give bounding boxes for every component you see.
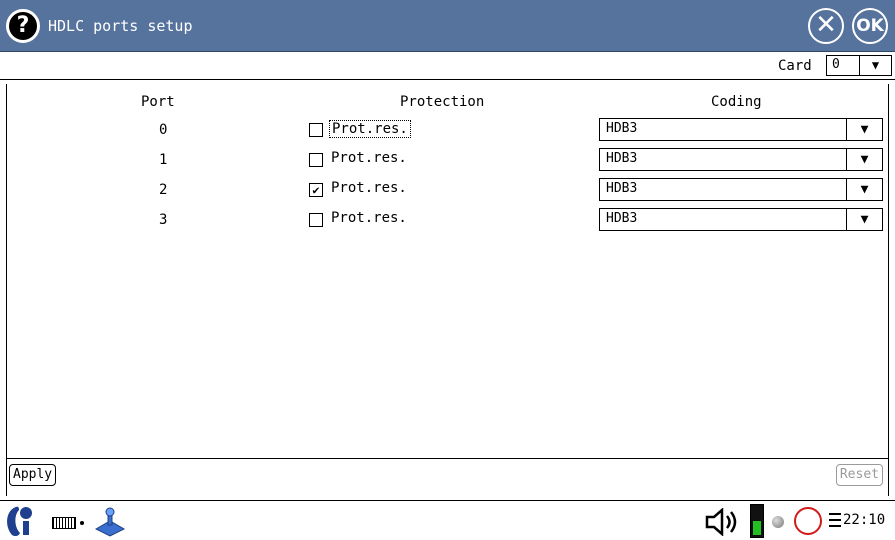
- coding-select[interactable]: HDB3 ▼: [599, 208, 883, 231]
- chevron-down-icon[interactable]: ▼: [846, 149, 882, 170]
- port-row: 2 ✔ Prot.res. HDB3 ▼: [7, 178, 888, 204]
- port-number: 3: [159, 212, 168, 228]
- coding-value: HDB3: [606, 121, 638, 136]
- port-row: 0 Prot.res. HDB3 ▼: [7, 118, 888, 144]
- reset-button[interactable]: Reset: [835, 464, 883, 486]
- protection-checkbox[interactable]: [309, 153, 323, 167]
- protection-label[interactable]: Prot.res.: [329, 150, 409, 166]
- protection-label[interactable]: Prot.res.: [329, 180, 409, 196]
- coding-select[interactable]: HDB3 ▼: [599, 118, 883, 141]
- apply-button[interactable]: Apply: [9, 464, 57, 486]
- protection-label[interactable]: Prot.res.: [329, 120, 411, 138]
- close-button[interactable]: ✕: [808, 8, 844, 44]
- battery-level: [753, 521, 761, 535]
- speaker-icon[interactable]: [704, 508, 742, 536]
- power-ring-icon[interactable]: [794, 507, 822, 535]
- card-select[interactable]: 0 ▼: [826, 55, 892, 76]
- protection-label[interactable]: Prot.res.: [329, 210, 409, 226]
- ports-panel: Port Protection Coding 0 Prot.res. HDB3 …: [6, 84, 889, 496]
- card-select-value: 0: [832, 57, 840, 72]
- card-bar: Card 0 ▼: [0, 52, 895, 80]
- column-header-protection: Protection: [400, 94, 485, 110]
- help-button[interactable]: ?: [6, 9, 40, 43]
- chevron-down-icon[interactable]: ▼: [846, 209, 882, 230]
- column-header-coding: Coding: [711, 94, 762, 110]
- column-header-port: Port: [141, 94, 175, 110]
- window-title: HDLC ports setup: [48, 17, 193, 35]
- start-icon[interactable]: [2, 504, 42, 538]
- network-icon[interactable]: [828, 512, 842, 530]
- clock: 22:10: [843, 512, 886, 528]
- title-bar: ? HDLC ports setup ✕ OK: [0, 0, 895, 52]
- port-number: 2: [159, 182, 168, 198]
- joystick-icon[interactable]: [92, 507, 128, 537]
- port-number: 1: [159, 152, 168, 168]
- protection-checkbox[interactable]: ✔: [309, 183, 323, 197]
- coding-select[interactable]: HDB3 ▼: [599, 178, 883, 201]
- keyboard-icon[interactable]: [52, 517, 76, 529]
- action-bar: Apply Reset: [6, 458, 889, 498]
- coding-value: HDB3: [606, 211, 638, 226]
- protection-checkbox[interactable]: [309, 213, 323, 227]
- coding-value: HDB3: [606, 181, 638, 196]
- port-number: 0: [159, 122, 168, 138]
- chevron-down-icon[interactable]: ▼: [846, 179, 882, 200]
- protection-checkbox[interactable]: [309, 123, 323, 137]
- port-row: 1 Prot.res. HDB3 ▼: [7, 148, 888, 174]
- status-led-icon: [772, 516, 784, 528]
- taskbar: 22:10: [0, 500, 895, 540]
- battery-icon: [750, 504, 764, 538]
- chevron-down-icon[interactable]: ▼: [859, 56, 891, 75]
- coding-select[interactable]: HDB3 ▼: [599, 148, 883, 171]
- coding-value: HDB3: [606, 151, 638, 166]
- chevron-down-icon[interactable]: ▼: [846, 119, 882, 140]
- menu-arrow-icon[interactable]: [80, 521, 84, 525]
- card-label: Card: [778, 58, 812, 74]
- ok-button[interactable]: OK: [852, 8, 888, 44]
- port-row: 3 Prot.res. HDB3 ▼: [7, 208, 888, 234]
